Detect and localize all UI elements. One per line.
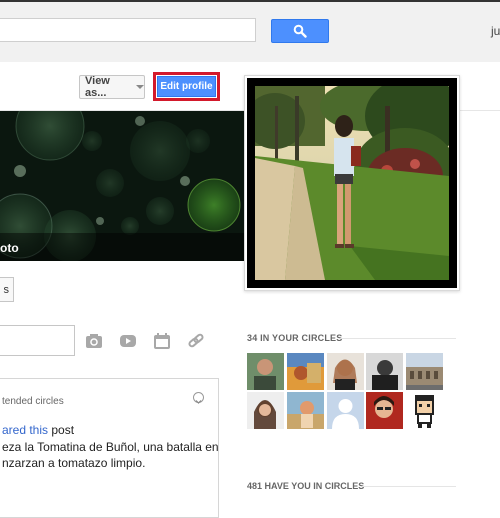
divider <box>340 338 456 339</box>
circle-avatar[interactable] <box>287 353 324 390</box>
post-body-line: nzarzan a tomatazo limpio. <box>2 456 146 470</box>
share-input[interactable] <box>0 325 75 356</box>
circle-avatar[interactable] <box>287 392 324 429</box>
avatar-image <box>287 353 324 390</box>
in-your-circles-heading[interactable]: 34 IN YOUR CIRCLES <box>247 333 342 343</box>
edit-profile-button[interactable]: Edit profile <box>157 76 216 97</box>
avatar-image <box>366 353 403 390</box>
avatar-image <box>327 353 364 390</box>
chevron-down-icon <box>195 400 202 404</box>
search-icon <box>293 24 307 38</box>
change-cover-label[interactable]: oto <box>0 241 19 255</box>
user-name[interactable]: ju <box>491 24 500 38</box>
pixel-avatar-icon <box>406 392 443 429</box>
profile-tab-button[interactable]: s <box>0 277 14 302</box>
top-border-line <box>0 0 500 2</box>
view-as-label: View as... <box>85 75 110 99</box>
circle-avatar[interactable] <box>406 392 443 429</box>
avatar-image <box>287 392 324 429</box>
camera-icon[interactable] <box>85 332 103 350</box>
search-button[interactable] <box>271 19 329 43</box>
post-shared-prefix[interactable]: ared this <box>2 423 48 437</box>
post-shared-line: ared this post <box>2 423 74 437</box>
cover-caption-bar <box>0 233 244 261</box>
avatar-image <box>247 392 284 429</box>
default-avatar-icon <box>327 392 364 429</box>
have-you-in-circles-heading[interactable]: 481 HAVE YOU IN CIRCLES <box>247 481 364 491</box>
circle-avatar[interactable] <box>366 353 403 390</box>
chevron-down-icon <box>136 85 144 89</box>
link-icon[interactable] <box>187 332 205 350</box>
avatar-image <box>247 353 284 390</box>
circle-avatar[interactable] <box>366 392 403 429</box>
view-as-button[interactable]: View as... <box>79 75 145 99</box>
post-visibility-text[interactable]: tended circles <box>2 396 64 407</box>
avatar-image <box>406 353 443 390</box>
divider <box>362 486 456 487</box>
avatar-image <box>366 392 403 429</box>
post-options-icon[interactable] <box>193 392 204 404</box>
profile-photo-image <box>255 86 449 280</box>
circle-avatar[interactable] <box>406 353 443 390</box>
circle-avatar[interactable] <box>247 392 284 429</box>
post-shared-object[interactable]: post <box>51 423 74 437</box>
circle-avatar[interactable] <box>327 353 364 390</box>
circle-avatar[interactable] <box>327 392 364 429</box>
video-icon[interactable] <box>119 332 137 350</box>
circle-avatar[interactable] <box>247 353 284 390</box>
post-body-line: eza la Tomatina de Buñol, una batalla en <box>2 440 219 454</box>
search-input[interactable] <box>0 18 256 42</box>
profile-photo[interactable] <box>255 86 449 280</box>
post-body: eza la Tomatina de Buñol, una batalla en… <box>2 439 219 471</box>
event-icon[interactable] <box>153 332 171 350</box>
